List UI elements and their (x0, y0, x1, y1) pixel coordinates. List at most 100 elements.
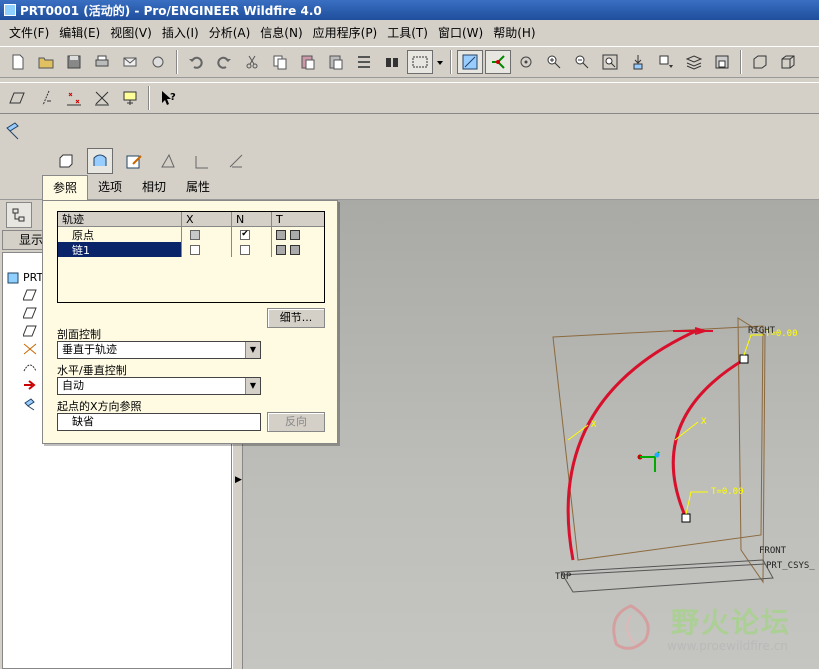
find-icon[interactable] (379, 50, 405, 74)
main-toolbar (0, 46, 819, 78)
tree-item-csys[interactable] (23, 343, 37, 355)
n-checkbox[interactable]: ✔ (240, 229, 250, 240)
dropdown-arrow-icon[interactable]: ▼ (245, 378, 260, 394)
x-label-inner: X (701, 417, 707, 427)
datum-point-icon[interactable] (61, 86, 87, 110)
origin-axis-marker (654, 452, 660, 458)
datum-axis-icon[interactable] (33, 86, 59, 110)
zoom-in-icon[interactable] (541, 50, 567, 74)
tab-tangency[interactable]: 相切 (132, 175, 176, 200)
menu-help[interactable]: 帮助(H) (488, 24, 540, 41)
datum-csys-icon[interactable] (117, 86, 143, 110)
menu-window[interactable]: 窗口(W) (433, 24, 488, 41)
section-control-select[interactable]: 垂直于轨迹 ▼ (57, 341, 261, 359)
insert-arrow-icon (24, 380, 36, 390)
open-folder-icon[interactable] (33, 50, 59, 74)
hv-control-label: 水平/垂直控制 (57, 364, 127, 377)
outer-trajectory[interactable] (566, 328, 699, 561)
surface-sweep-icon[interactable] (87, 148, 113, 174)
x-checkbox[interactable] (190, 229, 200, 240)
trajectory-end-point[interactable] (681, 513, 691, 523)
tree-item-datum-plane[interactable] (23, 289, 37, 301)
datum-plane-icon (23, 325, 37, 337)
x-ref-field[interactable]: 缺省 (57, 413, 261, 431)
view-manager-icon[interactable] (709, 50, 735, 74)
redo-icon[interactable] (211, 50, 237, 74)
table-row[interactable]: 原点 ✔ (58, 227, 324, 242)
repaint-icon[interactable] (457, 50, 483, 74)
saved-views-icon[interactable] (653, 50, 679, 74)
t-leader-bottom (685, 491, 708, 515)
model-tree-tab[interactable] (6, 202, 32, 228)
dropdown-arrow-icon[interactable]: ▼ (245, 342, 260, 358)
menu-analysis[interactable]: 分析(A) (204, 24, 256, 41)
trajectory-start-point[interactable] (739, 354, 749, 364)
save-icon[interactable] (61, 50, 87, 74)
tab-references[interactable]: 参照 (42, 175, 89, 200)
variable-section-icon[interactable] (223, 148, 249, 174)
details-button[interactable]: 细节... (267, 308, 325, 328)
solid-sweep-icon[interactable] (53, 148, 79, 174)
datum-plane-icon[interactable] (5, 86, 31, 110)
send-mail-icon[interactable] (117, 50, 143, 74)
zoom-out-icon[interactable] (569, 50, 595, 74)
sketched-datum-icon[interactable] (89, 86, 115, 110)
flip-button[interactable]: 反向 (267, 412, 325, 432)
t-square-icon[interactable] (290, 229, 300, 240)
app-icon (4, 4, 16, 16)
new-file-icon[interactable] (5, 50, 31, 74)
tree-item-datum-plane[interactable] (23, 325, 37, 337)
copy-icon[interactable] (267, 50, 293, 74)
menu-info[interactable]: 信息(N) (255, 24, 307, 41)
menu-file[interactable]: 文件(F) (4, 24, 54, 41)
tab-options[interactable]: 选项 (88, 175, 132, 200)
menu-insert[interactable]: 插入(I) (157, 24, 204, 41)
tree-item-curve[interactable] (23, 361, 37, 373)
table-row[interactable]: 链1 (58, 242, 324, 257)
tab-properties[interactable]: 属性 (176, 175, 220, 200)
menu-view[interactable]: 视图(V) (105, 24, 157, 41)
col-x: X (182, 211, 232, 227)
whats-this-icon[interactable]: ? (155, 86, 181, 110)
undo-icon[interactable] (183, 50, 209, 74)
tree-root[interactable]: PRT (7, 271, 43, 284)
wireframe-icon[interactable] (775, 50, 801, 74)
regenerate-icon[interactable] (351, 50, 377, 74)
x-checkbox[interactable] (190, 244, 200, 255)
dropdown-arrow-icon[interactable] (435, 50, 445, 74)
watermark-logo-icon (612, 604, 650, 650)
t-label-bottom: T=0.00 (711, 487, 744, 497)
reorient-icon[interactable] (625, 50, 651, 74)
menu-applications[interactable]: 应用程序(P) (308, 24, 383, 41)
tree-item-insert-here[interactable] (23, 379, 37, 391)
t-square-icon[interactable] (276, 229, 286, 240)
sketch-tool-icon[interactable] (121, 148, 147, 174)
plane-label-front: FRONT (759, 546, 787, 556)
t-square-icon[interactable] (276, 244, 286, 255)
cut-icon[interactable] (239, 50, 265, 74)
hv-control-select[interactable]: 自动 ▼ (57, 377, 261, 395)
selection-box-icon[interactable] (407, 50, 433, 74)
paste-special-icon[interactable] (323, 50, 349, 74)
paste-icon[interactable] (295, 50, 321, 74)
orient-mode-icon[interactable] (513, 50, 539, 74)
tree-item-sweep[interactable] (23, 397, 37, 411)
tree-item-datum-plane[interactable] (23, 307, 37, 319)
thicken-icon[interactable] (189, 148, 215, 174)
shading-icon[interactable] (747, 50, 773, 74)
mail-link-icon[interactable] (145, 50, 171, 74)
remove-material-icon[interactable] (155, 148, 181, 174)
spin-center-icon[interactable] (485, 50, 511, 74)
print-icon[interactable] (89, 50, 115, 74)
t-square-icon[interactable] (290, 244, 300, 255)
refit-icon[interactable] (597, 50, 623, 74)
csys-label: PRT_CSYS_ (766, 561, 815, 571)
n-checkbox[interactable] (240, 244, 250, 255)
collapse-arrow-icon[interactable]: ▶ (235, 475, 242, 485)
watermark-title: 野火论坛 (671, 606, 792, 639)
toolbar-separator (450, 50, 452, 74)
sweep-feature-icon (24, 398, 35, 411)
menu-tools[interactable]: 工具(T) (382, 24, 433, 41)
menu-edit[interactable]: 编辑(E) (54, 24, 105, 41)
layers-icon[interactable] (681, 50, 707, 74)
